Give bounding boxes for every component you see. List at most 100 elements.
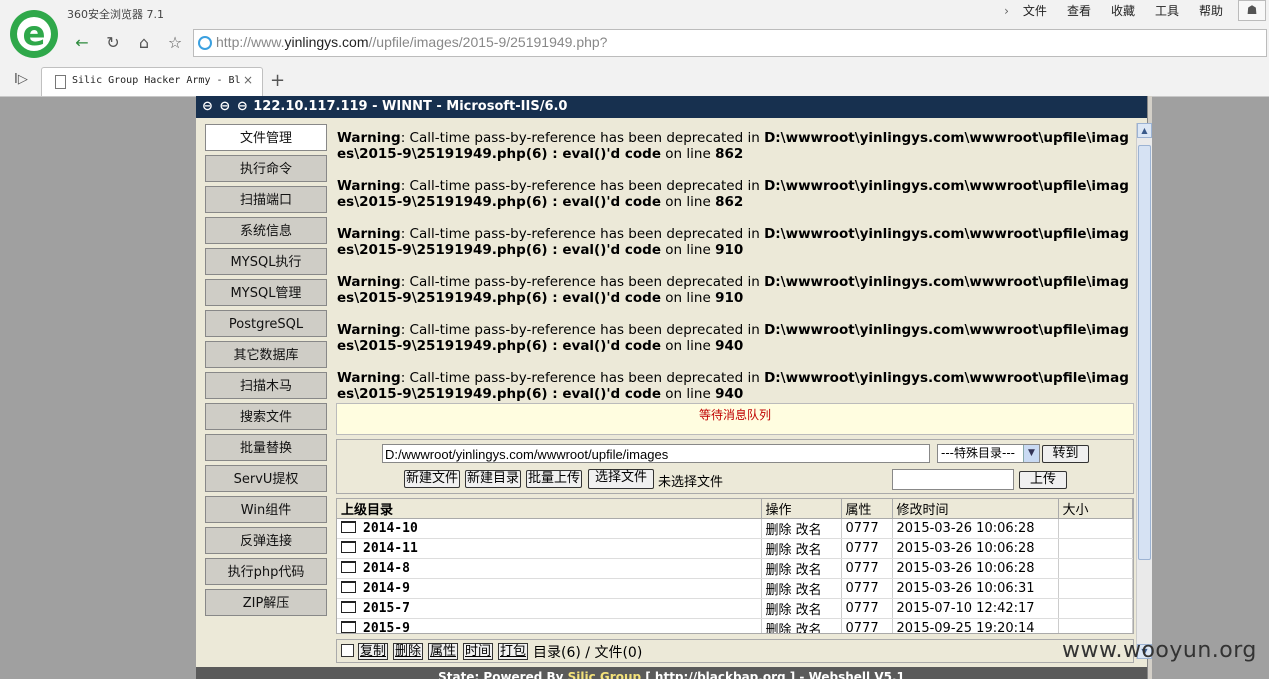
parent-dir-link[interactable]: 上级目录 xyxy=(337,499,762,519)
no-file-label: 未选择文件 xyxy=(658,475,724,490)
address-text[interactable]: http://www.yinlingys.com//upfile/images/… xyxy=(216,34,607,50)
sidebar-item-reverse-connect[interactable]: 反弹连接 xyxy=(205,527,327,554)
new-tab-icon[interactable]: + xyxy=(270,70,285,91)
row-mtime[interactable]: 2015-03-26 10:06:28 xyxy=(892,538,1059,559)
back-icon[interactable]: ← xyxy=(71,31,93,55)
upload-filename-input[interactable] xyxy=(892,469,1014,490)
row-actions[interactable]: 删除 改名 xyxy=(761,598,842,619)
row-actions[interactable]: 删除 改名 xyxy=(761,538,842,559)
pack-button[interactable]: 打包 xyxy=(498,643,529,660)
row-actions[interactable]: 删除 改名 xyxy=(761,578,842,599)
row-mtime[interactable]: 2015-03-26 10:06:31 xyxy=(892,578,1059,599)
row-size xyxy=(1058,598,1133,619)
browser-logo-icon: e xyxy=(10,10,58,58)
goto-button[interactable]: 转到 xyxy=(1042,445,1089,463)
sidebar-item-zip-extract[interactable]: ZIP解压 xyxy=(205,589,327,616)
sidebar-item-system-info[interactable]: 系统信息 xyxy=(205,217,327,244)
chevron-right-icon[interactable]: › xyxy=(1000,3,1013,19)
sidebar-item-exec-php[interactable]: 执行php代码 xyxy=(205,558,327,585)
table-row: 2015-9 删除 改名 0777 2015-09-25 19:20:14 xyxy=(337,618,1133,633)
row-perm[interactable]: 0777 xyxy=(841,598,893,619)
choose-file-button[interactable]: 选择文件 xyxy=(588,469,654,489)
silic-group-link[interactable]: Silic Group xyxy=(568,670,641,679)
time-button[interactable]: 时间 xyxy=(463,643,494,660)
row-perm[interactable]: 0777 xyxy=(841,578,893,599)
row-perm[interactable]: 0777 xyxy=(841,618,893,633)
attributes-button[interactable]: 属性 xyxy=(428,643,459,660)
path-input[interactable]: D:/wwwroot/yinlingys.com/wwwroot/upfile/… xyxy=(382,444,930,463)
table-header: 上级目录 操作 属性 修改时间 大小 xyxy=(337,499,1133,519)
tab-active[interactable]: Silic Group Hacker Army - Bl × xyxy=(41,67,263,96)
bulk-actions-bar: 复制 删除 属性 时间 打包 目录(6) / 文件(0) xyxy=(336,639,1134,663)
scrollbar[interactable]: ▲ ▼ xyxy=(1136,123,1152,659)
star-icon[interactable]: ☆ xyxy=(164,31,186,55)
warning-message: Warning: Call-time pass-by-reference has… xyxy=(337,322,1129,354)
warning-message: Warning: Call-time pass-by-reference has… xyxy=(337,274,1129,306)
browser-menubar: › 文件 查看 收藏 工具 帮助 xyxy=(1000,3,1233,19)
table-row: 2015-7 删除 改名 0777 2015-07-10 12:42:17 xyxy=(337,598,1133,619)
dir-name-link[interactable]: 2014-8 xyxy=(337,558,762,579)
close-tab-icon[interactable]: × xyxy=(243,73,253,87)
dir-name-link[interactable]: 2014-10 xyxy=(337,518,762,539)
scroll-thumb[interactable] xyxy=(1138,145,1151,560)
menu-help[interactable]: 帮助 xyxy=(1189,3,1233,19)
scroll-up-icon[interactable]: ▲ xyxy=(1137,123,1152,138)
new-dir-button[interactable]: 新建目录 xyxy=(465,470,521,488)
sidebar-item-batch-replace[interactable]: 批量替换 xyxy=(205,434,327,461)
dir-name-link[interactable]: 2015-7 xyxy=(337,598,762,619)
folder-icon xyxy=(341,581,356,593)
sidebar-item-mysql-manage[interactable]: MYSQL管理 xyxy=(205,279,327,306)
row-perm[interactable]: 0777 xyxy=(841,538,893,559)
special-dir-select[interactable]: ---特殊目录--- ▼ xyxy=(937,444,1040,463)
file-table: 上级目录 操作 属性 修改时间 大小 2014-10 删除 改名 0777 20… xyxy=(337,499,1133,633)
sidebar-item-postgresql[interactable]: PostgreSQL xyxy=(205,310,327,337)
row-size xyxy=(1058,538,1133,559)
dir-name-link[interactable]: 2014-9 xyxy=(337,578,762,599)
delete-button[interactable]: 删除 xyxy=(393,643,424,660)
window-controls-icon[interactable]: ⊖ ⊖ ⊖ xyxy=(202,96,249,118)
sidebar-item-file-manager[interactable]: 文件管理 xyxy=(205,124,327,151)
skin-icon[interactable]: ☗ xyxy=(1238,0,1266,21)
sidebar-item-win-components[interactable]: Win组件 xyxy=(205,496,327,523)
table-row: 2014-11 删除 改名 0777 2015-03-26 10:06:28 xyxy=(337,538,1133,559)
sidebar-item-port-scan[interactable]: 扫描端口 xyxy=(205,186,327,213)
menu-view[interactable]: 查看 xyxy=(1057,3,1101,19)
menu-tools[interactable]: 工具 xyxy=(1145,3,1189,19)
row-perm[interactable]: 0777 xyxy=(841,558,893,579)
dir-file-counts: 目录(6) / 文件(0) xyxy=(533,645,643,661)
table-row: 2014-10 删除 改名 0777 2015-03-26 10:06:28 xyxy=(337,518,1133,539)
site-icon xyxy=(198,36,212,50)
row-mtime[interactable]: 2015-03-26 10:06:28 xyxy=(892,558,1059,579)
batch-upload-button[interactable]: 批量上传 xyxy=(526,470,582,488)
row-perm[interactable]: 0777 xyxy=(841,518,893,539)
dir-name-link[interactable]: 2014-11 xyxy=(337,538,762,559)
server-info: 122.10.117.119 - WINNT - Microsoft-IIS/6… xyxy=(253,99,568,114)
row-actions[interactable]: 删除 改名 xyxy=(761,518,842,539)
sidebar-item-exec-command[interactable]: 执行命令 xyxy=(205,155,327,182)
copy-button[interactable]: 复制 xyxy=(358,643,389,660)
row-actions[interactable]: 删除 改名 xyxy=(761,618,842,633)
menu-favorites[interactable]: 收藏 xyxy=(1101,3,1145,19)
row-mtime[interactable]: 2015-09-25 19:20:14 xyxy=(892,618,1059,633)
menu-file[interactable]: 文件 xyxy=(1013,3,1057,19)
warning-message: Warning: Call-time pass-by-reference has… xyxy=(337,370,1129,402)
sidebar-item-trojan-scan[interactable]: 扫描木马 xyxy=(205,372,327,399)
home-icon[interactable]: ⌂ xyxy=(133,31,155,55)
dir-name-link[interactable]: 2015-9 xyxy=(337,618,762,633)
sidebar-item-mysql-exec[interactable]: MYSQL执行 xyxy=(205,248,327,275)
sidebar-item-servu[interactable]: ServU提权 xyxy=(205,465,327,492)
refresh-icon[interactable]: ↻ xyxy=(102,31,124,55)
row-mtime[interactable]: 2015-07-10 12:42:17 xyxy=(892,598,1059,619)
row-mtime[interactable]: 2015-03-26 10:06:28 xyxy=(892,518,1059,539)
tab-title: Silic Group Hacker Army - Bl xyxy=(72,75,241,86)
chevron-down-icon[interactable]: ▼ xyxy=(1023,445,1039,462)
new-file-button[interactable]: 新建文件 xyxy=(404,470,460,488)
sidebar-item-search-files[interactable]: 搜索文件 xyxy=(205,403,327,430)
select-all-checkbox[interactable] xyxy=(341,644,354,657)
upload-button[interactable]: 上传 xyxy=(1019,471,1067,489)
address-bar[interactable]: http://www.yinlingys.com//upfile/images/… xyxy=(193,29,1267,57)
file-list: 上级目录 操作 属性 修改时间 大小 2014-10 删除 改名 0777 20… xyxy=(336,498,1134,634)
sidebar-item-other-db[interactable]: 其它数据库 xyxy=(205,341,327,368)
column-header: 大小 xyxy=(1058,499,1133,519)
row-actions[interactable]: 删除 改名 xyxy=(761,558,842,579)
